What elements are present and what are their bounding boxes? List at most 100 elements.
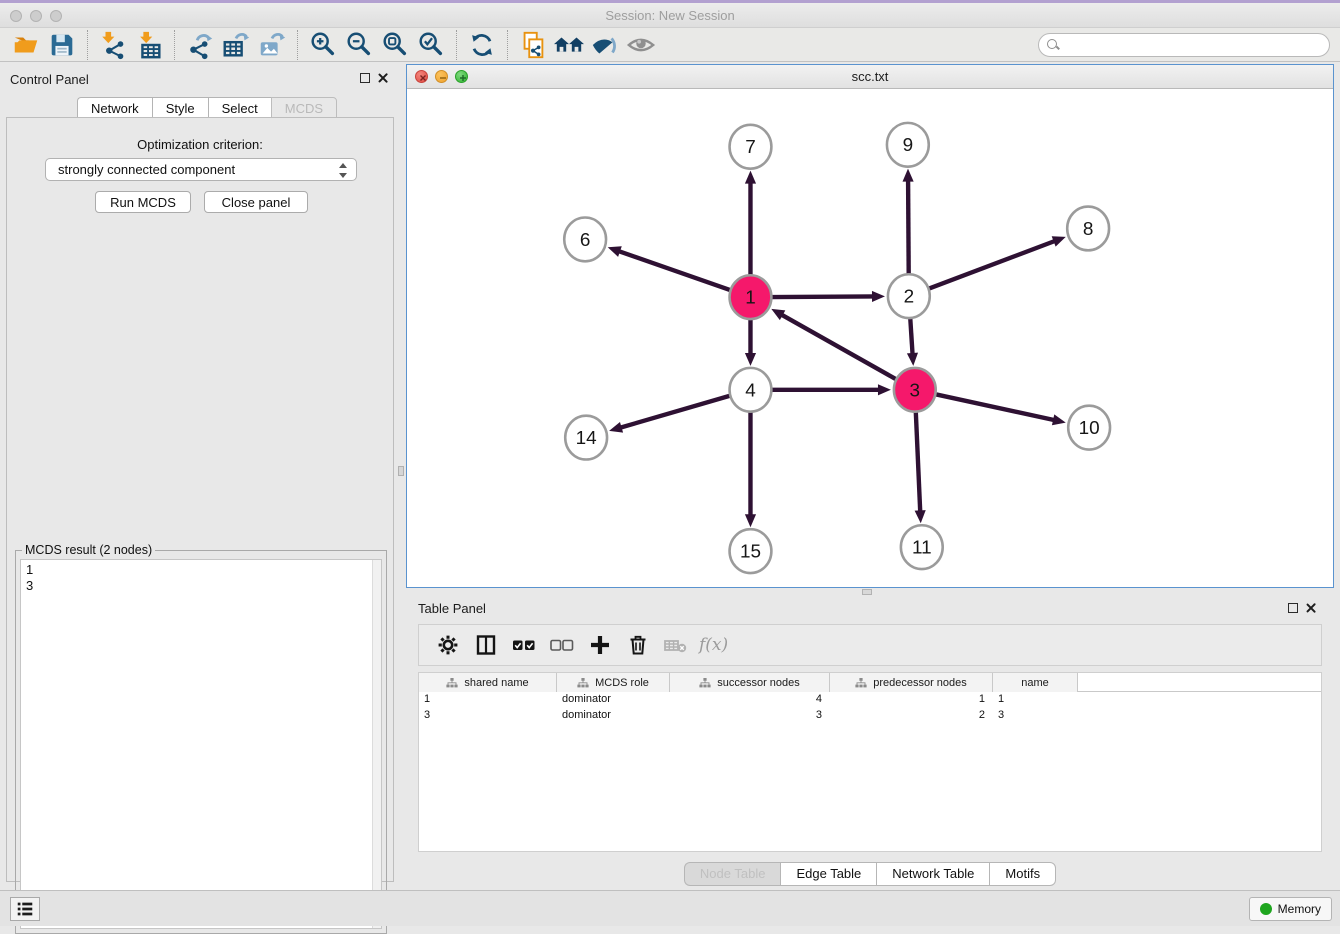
edge-2-9[interactable] [903, 169, 914, 275]
first-neighbors-button[interactable] [551, 29, 587, 61]
float-table-panel-icon[interactable] [1288, 603, 1298, 613]
run-mcds-button[interactable]: Run MCDS [95, 191, 191, 213]
network-canvas[interactable]: 1 2 3 4 6 7 8 9 10 11 14 15 [407, 89, 1333, 587]
edge-1-2[interactable] [772, 291, 885, 302]
import-network-button[interactable] [95, 29, 131, 61]
search-input[interactable] [1060, 38, 1329, 52]
node-9[interactable]: 9 [887, 123, 929, 167]
cell-successor-nodes[interactable]: 4 [670, 692, 830, 708]
vertical-splitter-grip[interactable] [398, 466, 404, 476]
zoom-fit-button[interactable] [377, 29, 413, 61]
node-2[interactable]: 2 [888, 274, 930, 318]
edge-4-14[interactable] [609, 396, 729, 433]
memory-button[interactable]: Memory [1249, 897, 1332, 921]
export-table-button[interactable] [218, 29, 254, 61]
edge-3-11[interactable] [915, 412, 926, 524]
zoom-in-button[interactable] [305, 29, 341, 61]
node-7[interactable]: 7 [730, 125, 772, 169]
cell-shared-name[interactable]: 3 [419, 708, 557, 724]
column-header-shared-name[interactable]: shared name [419, 673, 557, 692]
table-settings-button[interactable] [429, 627, 467, 663]
tab-network-table[interactable]: Network Table [876, 862, 989, 886]
node-14[interactable]: 14 [565, 416, 607, 460]
edge-1-6[interactable] [608, 246, 730, 290]
cell-mcds-role[interactable]: dominator [557, 692, 670, 708]
float-panel-icon[interactable] [360, 73, 370, 83]
node-label: 7 [745, 137, 756, 158]
edge-3-1[interactable] [771, 309, 895, 379]
tab-node-table[interactable]: Node Table [684, 862, 781, 886]
hide-graphics-details-button[interactable] [587, 29, 623, 61]
tab-motifs[interactable]: Motifs [989, 862, 1056, 886]
export-network-button[interactable] [182, 29, 218, 61]
open-session-button[interactable] [8, 29, 44, 61]
two-houses-icon [552, 30, 586, 60]
node-4[interactable]: 4 [730, 368, 772, 412]
app-title: Session: New Session [0, 8, 1340, 23]
cell-mcds-role[interactable]: dominator [557, 708, 670, 724]
result-scrollbar[interactable] [372, 560, 381, 928]
cell-predecessor-nodes[interactable]: 2 [830, 708, 993, 724]
table-row[interactable]: 3dominator323 [419, 708, 1321, 724]
export-image-button[interactable] [254, 29, 290, 61]
edge-4-15[interactable] [745, 412, 756, 528]
column-header-predecessor-nodes[interactable]: predecessor nodes [830, 673, 993, 692]
toolbar-separator [174, 30, 175, 60]
delete-rows-button[interactable] [619, 627, 657, 663]
column-header-successor-nodes[interactable]: successor nodes [670, 673, 830, 692]
close-panel-icon[interactable] [377, 72, 389, 84]
node-6[interactable]: 6 [564, 217, 606, 261]
close-panel-button[interactable]: Close panel [204, 191, 308, 213]
horizontal-splitter-grip[interactable] [862, 589, 872, 595]
cell-successor-nodes[interactable]: 3 [670, 708, 830, 724]
network-window-titlebar[interactable]: scc.txt [407, 65, 1333, 89]
edge-4-3[interactable] [772, 384, 891, 395]
toggle-columns-button[interactable] [467, 627, 505, 663]
table-row[interactable]: 1dominator411 [419, 692, 1321, 708]
zoom-selected-button[interactable] [413, 29, 449, 61]
search-field[interactable] [1038, 33, 1330, 57]
node-10[interactable]: 10 [1068, 406, 1110, 450]
node-11[interactable]: 11 [901, 525, 943, 569]
deselect-all-button[interactable] [543, 627, 581, 663]
select-all-button[interactable] [505, 627, 543, 663]
column-header-mcds-role[interactable]: MCDS role [557, 673, 670, 692]
save-session-button[interactable] [44, 29, 80, 61]
cell-name[interactable]: 1 [993, 692, 1078, 708]
import-table-button[interactable] [131, 29, 167, 61]
node-table[interactable]: shared nameMCDS role successor nodes prede… [418, 672, 1322, 852]
node-1[interactable]: 1 [730, 275, 772, 319]
select-stepper-icon [337, 163, 347, 178]
node-label: 8 [1083, 219, 1094, 240]
column-header-name[interactable]: name [993, 673, 1078, 692]
search-icon [1047, 39, 1060, 52]
edge-2-8[interactable] [929, 236, 1065, 288]
node-3[interactable]: 3 [894, 368, 936, 412]
import-table-icon [134, 30, 164, 60]
column-label: successor nodes [717, 677, 800, 689]
edge-1-7[interactable] [745, 171, 756, 276]
mcds-result-text[interactable]: 1 3 [20, 559, 382, 929]
edge-2-3[interactable] [907, 318, 918, 366]
node-label: 4 [745, 380, 756, 401]
add-row-button[interactable] [581, 627, 619, 663]
cell-name[interactable]: 3 [993, 708, 1078, 724]
edge-1-4[interactable] [745, 319, 756, 366]
cell-predecessor-nodes[interactable]: 1 [830, 692, 993, 708]
node-label: 10 [1079, 418, 1100, 439]
tab-edge-table[interactable]: Edge Table [780, 862, 876, 886]
cell-shared-name[interactable]: 1 [419, 692, 557, 708]
optimization-criterion-select[interactable]: strongly connected component [45, 158, 357, 181]
node-label: 15 [740, 542, 761, 563]
node-8[interactable]: 8 [1067, 207, 1109, 251]
duplicate-network-button[interactable] [515, 29, 551, 61]
zoom-out-button[interactable] [341, 29, 377, 61]
refresh-button[interactable] [464, 29, 500, 61]
node-15[interactable]: 15 [730, 529, 772, 573]
edge-3-10[interactable] [936, 394, 1066, 425]
show-graphics-details-button[interactable] [623, 29, 659, 61]
eye-slash-icon [590, 30, 620, 60]
close-table-panel-icon[interactable] [1305, 602, 1317, 614]
task-history-button[interactable] [10, 897, 40, 921]
zoom-out-icon [344, 30, 374, 60]
